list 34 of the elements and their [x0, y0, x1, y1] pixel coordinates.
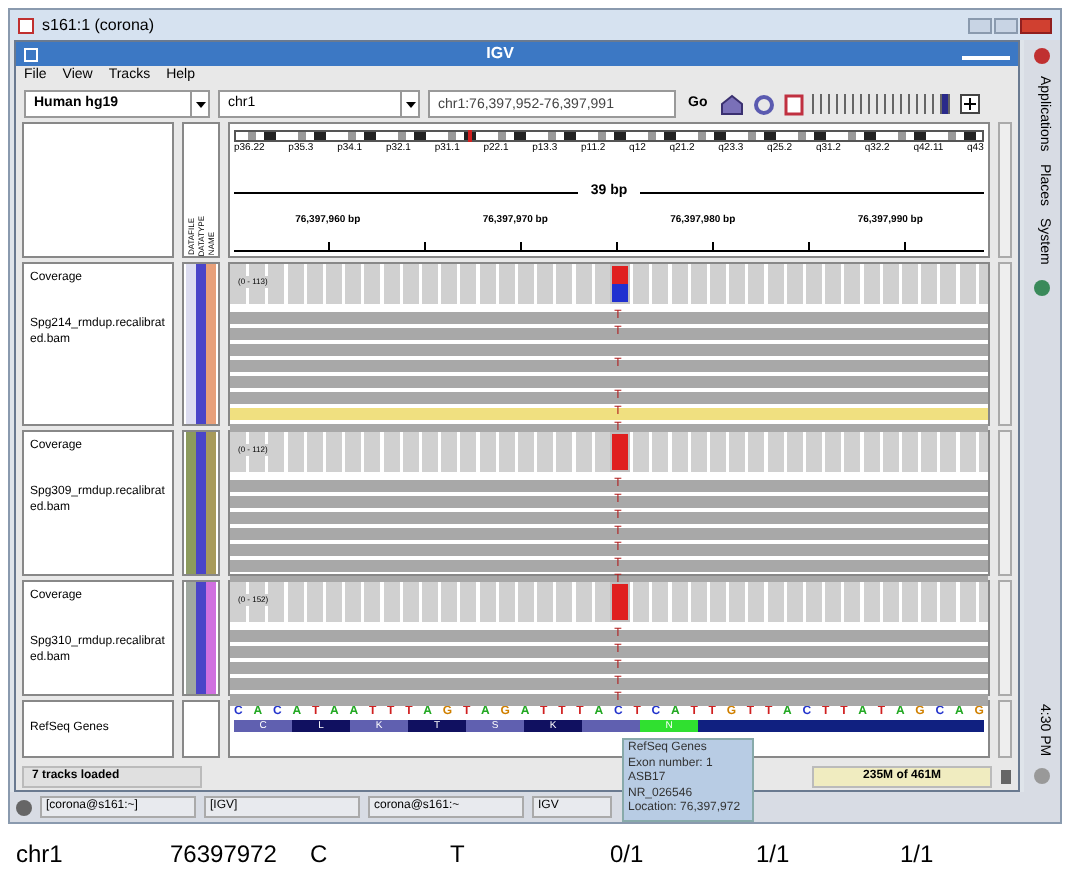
close-button[interactable] — [1020, 17, 1052, 33]
attribute-color[interactable] — [186, 432, 196, 574]
attribute-color[interactable] — [186, 582, 196, 694]
scrollbar[interactable] — [998, 700, 1013, 758]
attribute-color[interactable] — [186, 264, 196, 424]
window-title: IGV — [484, 42, 516, 66]
attribute-color[interactable] — [206, 264, 216, 424]
zoom-thumb[interactable] — [941, 94, 948, 114]
caption-value: 0/1 — [610, 838, 644, 872]
outer-window-title: s161:1 (corona) — [42, 13, 155, 37]
attribute-color[interactable] — [206, 432, 216, 574]
attribute-color[interactable] — [196, 432, 206, 574]
home-icon[interactable] — [719, 93, 744, 115]
caption-value: 1/1 — [756, 838, 790, 872]
caption-value: 1/1 — [900, 838, 934, 872]
scrollbar[interactable] — [998, 262, 1013, 426]
caret-icon — [195, 101, 205, 107]
scrollbar[interactable] — [998, 580, 1013, 696]
attribute-panel — [182, 700, 220, 758]
caption-value: T — [450, 838, 465, 872]
caption-value: chr1 — [16, 838, 63, 872]
caret-icon — [405, 101, 415, 107]
scrollbar[interactable] — [998, 430, 1013, 576]
caption-value: 76397972 — [170, 838, 277, 872]
minimize-button[interactable] — [968, 17, 992, 33]
zoom-in-button[interactable] — [959, 94, 980, 114]
attribute-color[interactable] — [196, 582, 206, 694]
attribute-color[interactable] — [196, 264, 206, 424]
scrollbar[interactable] — [998, 122, 1013, 258]
window-icon — [24, 47, 38, 61]
caption-value: C — [310, 838, 328, 872]
attribute-color[interactable] — [206, 582, 216, 694]
current-position-marker — [467, 130, 472, 142]
maximize-button[interactable] — [994, 17, 1018, 33]
